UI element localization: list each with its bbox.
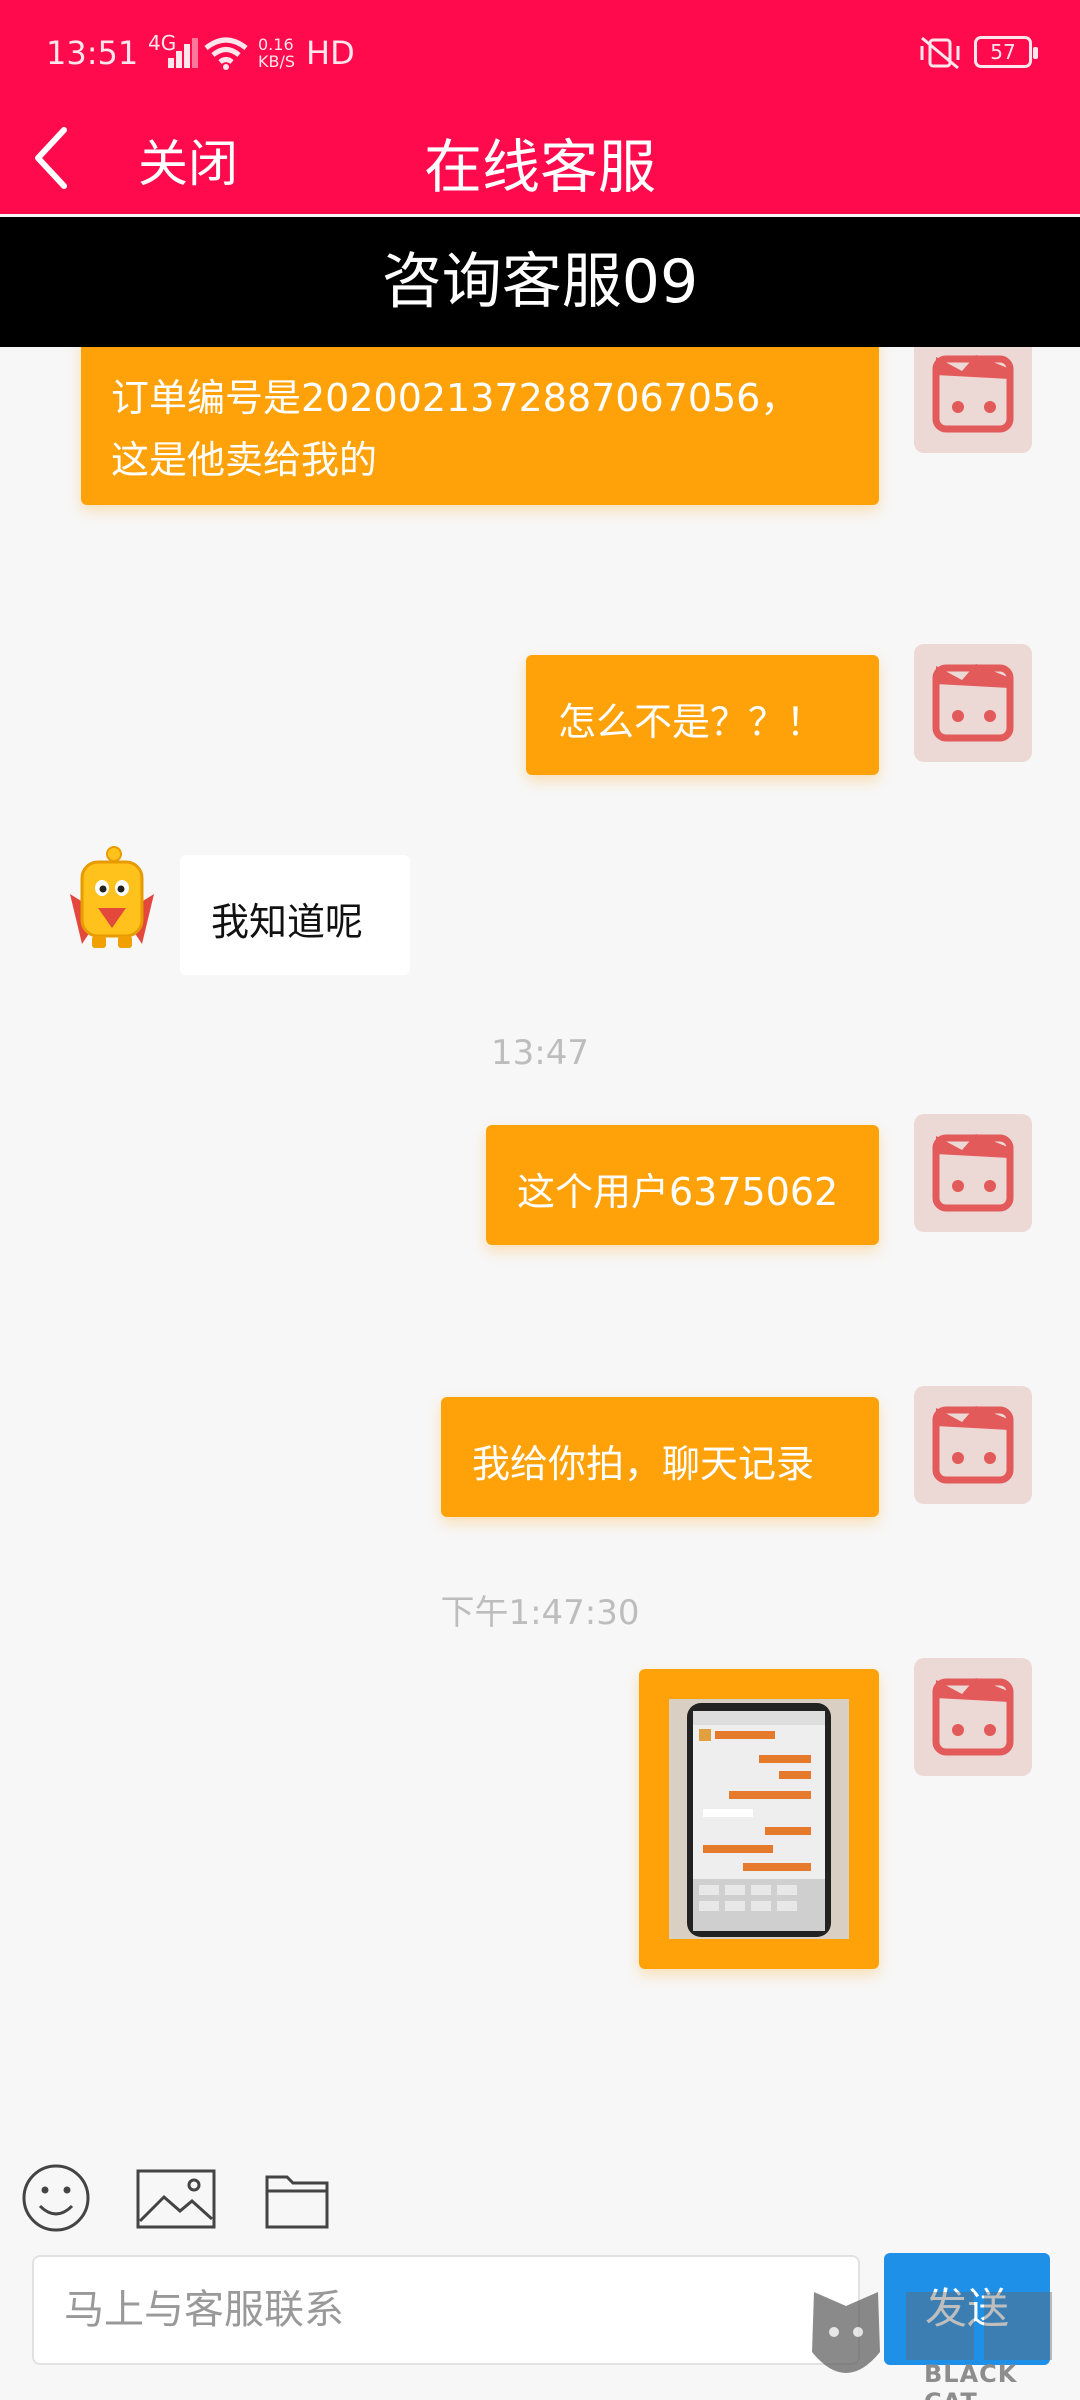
message-text: 怎么不是？？！: [558, 700, 825, 744]
user-avatar-icon: [932, 1678, 1014, 1756]
sent-message-bubble[interactable]: 这个用户6375062: [486, 1125, 879, 1245]
message-text: 我给你拍，聊天记录: [472, 1442, 815, 1486]
message-timestamp: 下午1:47:30: [440, 1593, 640, 1633]
user-avatar: [914, 1658, 1032, 1776]
sent-message-bubble[interactable]: 我给你拍，聊天记录: [441, 1397, 879, 1517]
folder-icon[interactable]: [265, 2169, 329, 2229]
image-icon[interactable]: [136, 2169, 216, 2229]
message-list[interactable]: 订单编号是20200213728870670​56， 这是他卖给我的 怎么不是？…: [0, 347, 1080, 2127]
service-avatar: [62, 844, 162, 954]
page-title: 在线客服: [423, 133, 656, 201]
battery-indicator: 57: [974, 36, 1038, 68]
status-time: 13:51: [46, 34, 139, 72]
sent-message-bubble[interactable]: 订单编号是20200213728870670​56， 这是他卖给我的: [81, 347, 879, 505]
vibrate-mute-icon: [920, 36, 960, 70]
user-avatar: [914, 347, 1032, 453]
user-avatar-icon: [932, 664, 1014, 742]
message-text: 这个用户6375062: [517, 1170, 839, 1214]
emoji-icon[interactable]: [20, 2162, 92, 2234]
sent-image-bubble[interactable]: [639, 1669, 879, 1969]
message-input[interactable]: 马上与客服联系: [32, 2255, 860, 2365]
message-timestamp: 13:47: [491, 1033, 589, 1073]
sent-message-bubble[interactable]: 怎么不是？？！: [526, 655, 879, 775]
net-speed-value: 0.16: [258, 35, 294, 54]
wifi-icon: [204, 37, 248, 70]
watermark-text: BLACK CAT: [924, 2360, 1018, 2400]
received-message-bubble[interactable]: 我知道呢: [180, 855, 410, 975]
status-bar: 13:51 4G 0.16 KB/S HD 57: [0, 0, 1080, 108]
agent-name-bar: 咨询客服09: [0, 217, 1080, 347]
taobao-mascot-icon: [70, 846, 154, 948]
user-avatar: [914, 1386, 1032, 1504]
net-speed: 0.16 KB/S: [258, 36, 295, 70]
nav-bar: 关闭 在线客服: [0, 108, 1080, 212]
top-bar: 13:51 4G 0.16 KB/S HD 57 关闭 在线客服: [0, 0, 1080, 214]
net-speed-unit: KB/S: [258, 52, 296, 71]
message-text-line: 这是他卖给我的: [111, 438, 378, 482]
message-text-line: 订单编号是20200213728870670​56，: [111, 376, 799, 420]
chat-screenshot-thumbnail[interactable]: [669, 1699, 849, 1939]
message-text: 我知道呢: [211, 900, 364, 944]
signal-icon: [168, 38, 198, 68]
user-avatar-icon: [932, 1134, 1014, 1212]
user-avatar: [914, 1114, 1032, 1232]
user-avatar-icon: [932, 1406, 1014, 1484]
user-avatar: [914, 644, 1032, 762]
hd-label: HD: [306, 34, 355, 72]
black-cat-watermark: BLACK CAT: [806, 2282, 1080, 2400]
user-avatar-icon: [932, 355, 1014, 433]
